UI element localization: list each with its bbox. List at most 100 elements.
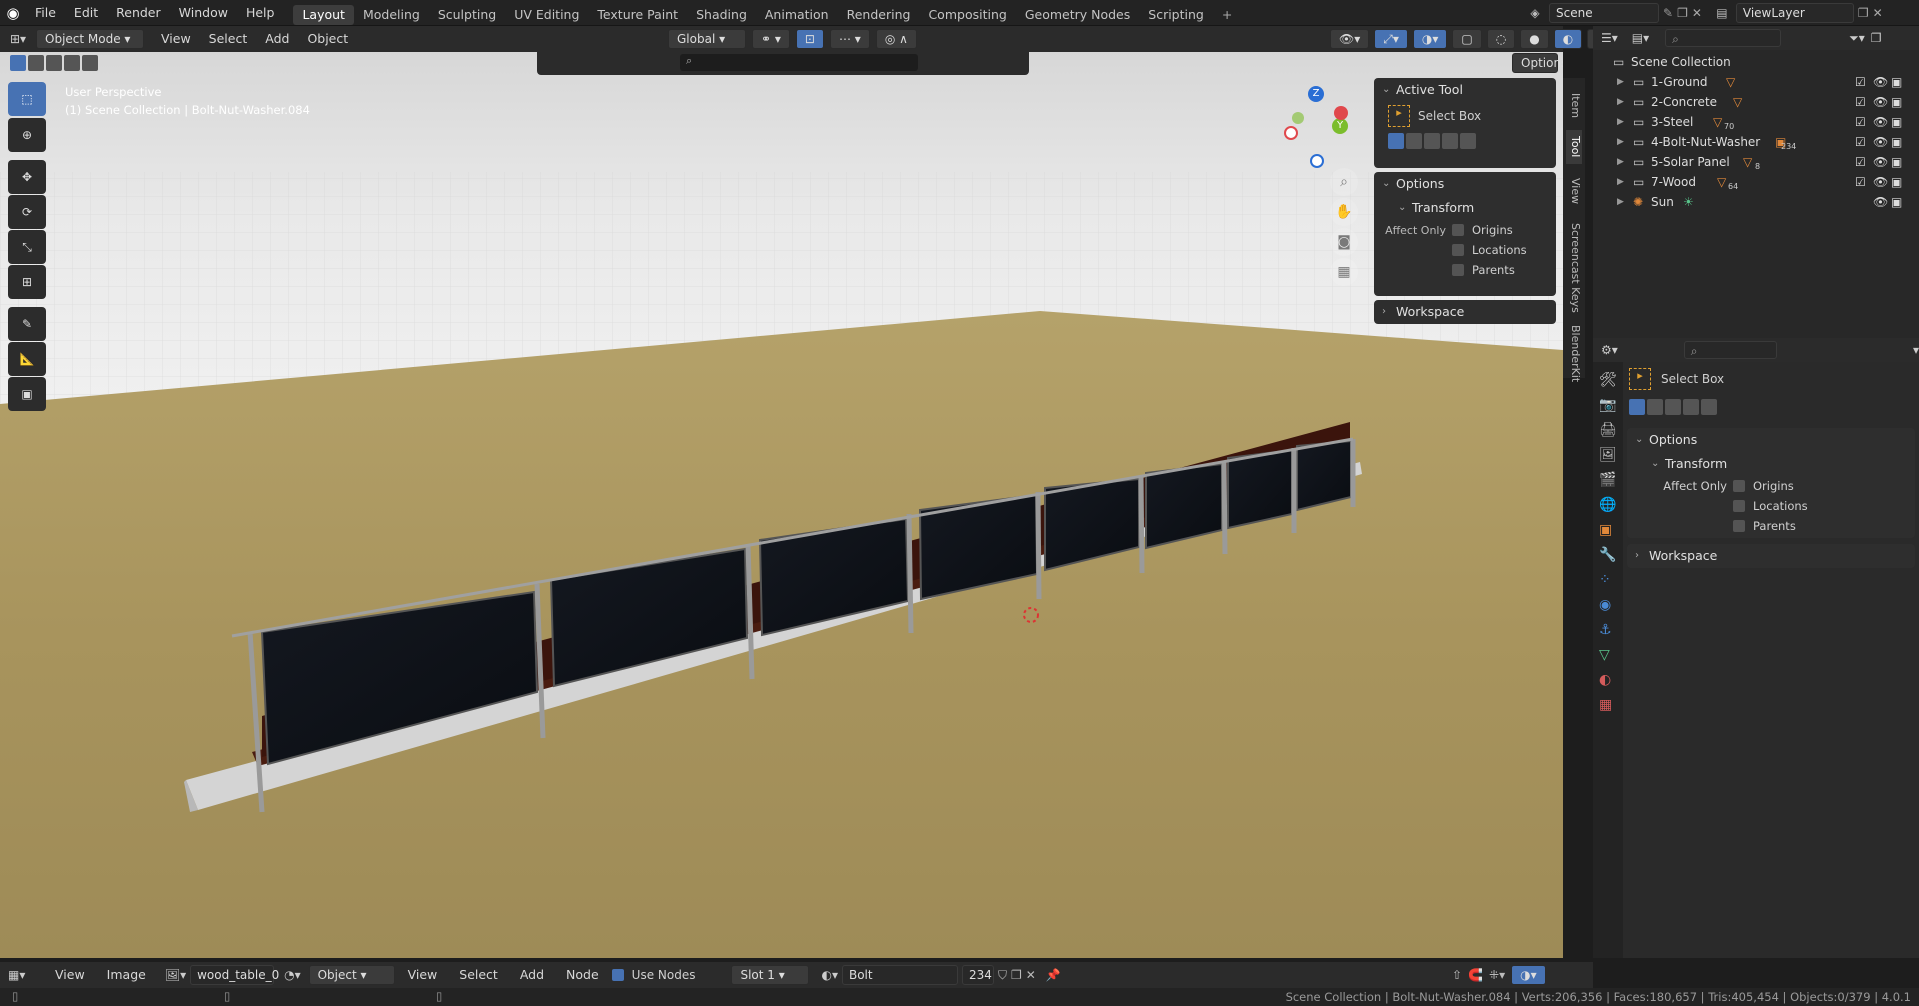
slot-dropdown[interactable]: Slot 1 ▾ <box>731 965 810 985</box>
filter-icon[interactable]: ⏷▾ <box>1849 31 1865 46</box>
tab-geometry-nodes[interactable]: Geometry Nodes <box>1016 5 1139 25</box>
menu-window[interactable]: Window <box>170 0 237 26</box>
origins-checkbox[interactable] <box>1452 224 1464 236</box>
tab-animation[interactable]: Animation <box>756 5 838 25</box>
view-layer-field[interactable]: ViewLayer <box>1735 3 1854 23</box>
expand-icon[interactable]: ▶ <box>1617 72 1624 92</box>
material-user-count[interactable]: 234 <box>961 965 994 985</box>
props-origins-checkbox[interactable] <box>1733 480 1745 492</box>
visibility-checkbox[interactable]: ☑ <box>1855 132 1866 152</box>
unlink-material-icon[interactable]: ✕ <box>1026 968 1036 982</box>
viewport-menu-add[interactable]: Add <box>256 26 298 52</box>
select-box-tool[interactable]: ⬚ <box>8 82 46 116</box>
outliner-item[interactable]: ▶ ▭ 2-Concrete ▽ ☑ 👁 ▣ <box>1593 92 1919 112</box>
menu-render[interactable]: Render <box>107 0 170 26</box>
shading-material-button[interactable]: ◐ <box>1553 29 1583 49</box>
sidebar-tab-blenderkit[interactable]: BlenderKit <box>1566 324 1582 384</box>
duplicate-material-icon[interactable]: ❐ <box>1011 968 1022 982</box>
render-camera-icon[interactable]: ▣ <box>1891 132 1902 152</box>
add-cube-tool[interactable]: ▣ <box>8 377 46 411</box>
node-menu-select[interactable]: Select <box>450 962 507 988</box>
mode-invert-icon[interactable] <box>1442 133 1458 149</box>
mode-extend-icon[interactable] <box>1406 133 1422 149</box>
eye-icon[interactable]: 👁 <box>1873 92 1888 112</box>
outliner-item[interactable]: ▶ ▭ 3-Steel ▽ 70 ☑ 👁 ▣ <box>1593 112 1919 132</box>
visibility-checkbox[interactable]: ☑ <box>1855 72 1866 92</box>
visibility-button[interactable]: 👁▾ <box>1330 29 1370 49</box>
tab-sculpting[interactable]: Sculpting <box>429 5 505 25</box>
visibility-checkbox[interactable]: ☑ <box>1855 172 1866 192</box>
gizmo-z-axis[interactable]: Z <box>1308 86 1324 102</box>
tab-rendering[interactable]: Rendering <box>838 5 920 25</box>
world-tab-icon[interactable]: 🌐 <box>1599 497 1617 513</box>
xray-button[interactable]: ▢ <box>1452 29 1482 49</box>
viewport-menu-view[interactable]: View <box>152 26 200 52</box>
mode-intersect-icon[interactable] <box>1701 399 1717 415</box>
mode-subtract-icon[interactable] <box>1665 399 1681 415</box>
tab-shading[interactable]: Shading <box>687 5 756 25</box>
pivot-point-button[interactable]: ⚭ ▾ <box>752 29 790 49</box>
add-workspace-icon[interactable]: + <box>1213 5 1241 25</box>
snap-settings-button[interactable]: ⋯ ▾ <box>829 29 870 49</box>
select-subtract-icon[interactable] <box>46 55 62 71</box>
physics-tab-icon[interactable]: ◉ <box>1599 597 1617 613</box>
node-menu-node[interactable]: Node <box>557 962 608 988</box>
eye-icon[interactable]: 👁 <box>1873 192 1888 212</box>
bottom-editor-type-icon[interactable]: ▦▾ <box>8 968 42 982</box>
transform-subheader[interactable]: ⌄ Transform <box>1374 196 1556 220</box>
tool-tab-icon[interactable]: 🛠 <box>1599 372 1617 388</box>
bottom-menu-image[interactable]: Image <box>98 962 155 988</box>
viewport-menu-object[interactable]: Object <box>298 26 357 52</box>
menu-help[interactable]: Help <box>237 0 284 26</box>
expand-icon[interactable]: ▶ <box>1617 112 1624 132</box>
options-button[interactable]: Options <box>1512 53 1563 73</box>
mode-intersect-icon[interactable] <box>1460 133 1476 149</box>
eye-icon[interactable]: 👁 <box>1873 72 1888 92</box>
use-nodes-checkbox[interactable] <box>611 969 624 981</box>
properties-options-icon[interactable]: ▾ <box>1913 343 1919 357</box>
snap-target-icon[interactable]: ⁜▾ <box>1489 968 1505 982</box>
scene-tab-icon[interactable]: 🎬 <box>1599 472 1617 488</box>
asset-search-field[interactable]: ⌕ <box>680 54 918 71</box>
output-tab-icon[interactable]: 🖨 <box>1599 422 1617 438</box>
outliner-root[interactable]: ▭ Scene Collection <box>1593 52 1919 72</box>
zoom-icon[interactable]: ⌕ <box>1330 168 1358 196</box>
outliner-item[interactable]: ▶ ✺ Sun ☀ 👁 ▣ <box>1593 192 1919 212</box>
shading-solid-button[interactable]: ● <box>1520 29 1549 49</box>
outliner-search-field[interactable]: ⌕ <box>1665 29 1782 47</box>
select-intersect-icon[interactable] <box>82 55 98 71</box>
tab-uv-editing[interactable]: UV Editing <box>505 5 588 25</box>
ortho-toggle-icon[interactable]: ▦ <box>1330 258 1358 286</box>
outliner-item[interactable]: ▶ ▭ 1-Ground ▽ ☑ 👁 ▣ <box>1593 72 1919 92</box>
expand-icon[interactable]: ▶ <box>1617 152 1624 172</box>
workspace-panel[interactable]: › Workspace <box>1374 300 1556 324</box>
expand-icon[interactable]: ▶ <box>1617 132 1624 152</box>
select-new-icon[interactable] <box>10 55 26 71</box>
expand-icon[interactable]: ▶ <box>1617 172 1624 192</box>
props-parents-checkbox[interactable] <box>1733 520 1745 532</box>
delete-scene-icon[interactable]: ✕ <box>1692 6 1702 20</box>
blender-logo-icon[interactable]: ◉ <box>0 0 26 26</box>
move-tool[interactable]: ✥ <box>8 160 46 194</box>
props-workspace-panel[interactable]: › Workspace <box>1627 544 1915 568</box>
render-camera-icon[interactable]: ▣ <box>1891 92 1902 112</box>
scene-icon[interactable]: ◈ <box>1525 6 1545 20</box>
shader-object-dropdown[interactable]: Object ▾ <box>308 965 395 985</box>
camera-view-icon[interactable]: ◙ <box>1330 228 1358 256</box>
gizmo-neg-y-axis[interactable] <box>1292 112 1304 124</box>
tab-layout[interactable]: Layout <box>293 4 354 25</box>
pan-hand-icon[interactable]: ✋ <box>1330 198 1358 226</box>
object-mode-dropdown[interactable]: Object Mode ▾ <box>36 29 144 49</box>
shader-type-icon[interactable]: ◔▾ <box>284 968 301 982</box>
measure-tool[interactable]: 📐 <box>8 342 46 376</box>
sidebar-tab-view[interactable]: View <box>1566 174 1582 208</box>
editor-type-icon[interactable]: ⊞▾ <box>0 32 36 46</box>
eye-icon[interactable]: 👁 <box>1873 112 1888 132</box>
render-camera-icon[interactable]: ▣ <box>1891 192 1902 212</box>
render-camera-icon[interactable]: ▣ <box>1891 152 1902 172</box>
node-menu-view[interactable]: View <box>399 962 447 988</box>
options-header[interactable]: ⌄ Options <box>1374 172 1556 196</box>
gizmo-neg-x-axis[interactable] <box>1284 126 1298 140</box>
select-extend-icon[interactable] <box>28 55 44 71</box>
rotate-tool[interactable]: ⟳ <box>8 195 46 229</box>
